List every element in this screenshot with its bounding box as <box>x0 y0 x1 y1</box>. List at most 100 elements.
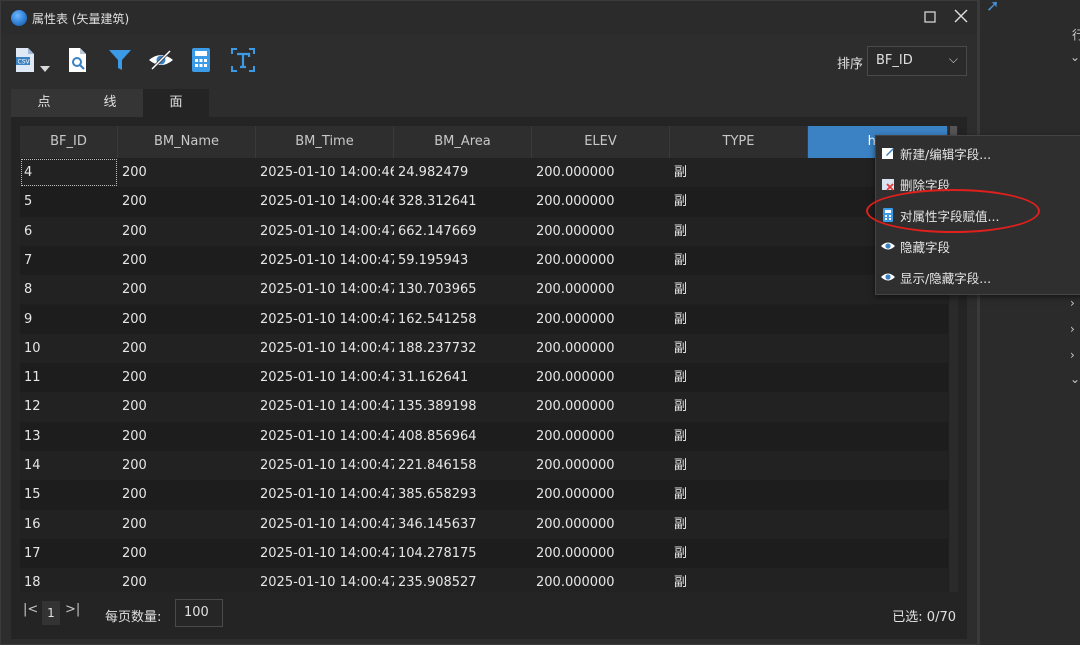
cell-bm-time[interactable]: 2025-01-10 14:00:47 <box>256 568 394 592</box>
cell-bm-area[interactable]: 130.703965 <box>394 275 532 304</box>
cell-bm-area[interactable]: 662.147669 <box>394 217 532 246</box>
cell-type[interactable]: 副 <box>670 422 808 451</box>
cell-bm-name[interactable]: 200 <box>118 187 256 216</box>
column-header-type[interactable]: TYPE <box>670 126 808 158</box>
cell-bf-id[interactable]: 18 <box>20 568 118 592</box>
cell-bm-area[interactable]: 59.195943 <box>394 246 532 275</box>
table-row[interactable]: 15 200 2025-01-10 14:00:47 385.658293 200.00… <box>20 480 948 510</box>
cell-hei[interactable] <box>808 392 948 421</box>
cell-bm-name[interactable]: 200 <box>118 422 256 451</box>
per-page-input[interactable]: 100 <box>175 599 223 627</box>
cell-bf-id[interactable]: 4 <box>20 158 118 187</box>
cell-bm-time[interactable]: 2025-01-10 14:00:47 <box>256 305 394 334</box>
cell-bm-name[interactable]: 200 <box>118 217 256 246</box>
column-header-bf-id[interactable]: BF_ID <box>20 126 118 158</box>
cell-bm-name[interactable]: 200 <box>118 568 256 592</box>
cell-bm-time[interactable]: 2025-01-10 14:00:47 <box>256 334 394 363</box>
cell-hei[interactable] <box>808 539 948 568</box>
text-field-button[interactable] <box>230 47 256 75</box>
export-button[interactable]: CSV <box>13 47 39 75</box>
export-dropdown-button[interactable] <box>40 57 52 72</box>
field-calculator-button[interactable] <box>191 47 213 75</box>
table-row[interactable]: 4 200 2025-01-10 14:00:46 24.982479 200.0000… <box>20 158 948 188</box>
cell-bf-id[interactable]: 5 <box>20 187 118 216</box>
cell-type[interactable]: 副 <box>670 246 808 275</box>
cell-bm-time[interactable]: 2025-01-10 14:00:47 <box>256 363 394 392</box>
visibility-button[interactable] <box>148 47 174 75</box>
cell-hei[interactable] <box>808 510 948 539</box>
menu-item-hide-field[interactable]: 隐藏字段 <box>876 231 1080 261</box>
column-header-bm-time[interactable]: BM_Time <box>256 126 394 158</box>
cell-type[interactable]: 副 <box>670 305 808 334</box>
table-row[interactable]: 11 200 2025-01-10 14:00:47 31.162641 200.000… <box>20 363 948 393</box>
cell-elev[interactable]: 200.000000 <box>532 451 670 480</box>
cell-bf-id[interactable]: 8 <box>20 275 118 304</box>
cell-bm-area[interactable]: 328.312641 <box>394 187 532 216</box>
table-row[interactable]: 18 200 2025-01-10 14:00:47 235.908527 200.00… <box>20 568 948 592</box>
cell-elev[interactable]: 200.000000 <box>532 158 670 187</box>
cell-bm-area[interactable]: 104.278175 <box>394 539 532 568</box>
cell-hei[interactable] <box>808 334 948 363</box>
cell-bf-id[interactable]: 10 <box>20 334 118 363</box>
title-bar[interactable]: 属性表 (矢量建筑) <box>1 1 977 35</box>
cell-bm-time[interactable]: 2025-01-10 14:00:47 <box>256 275 394 304</box>
cell-bf-id[interactable]: 7 <box>20 246 118 275</box>
cell-type[interactable]: 副 <box>670 363 808 392</box>
cell-bm-name[interactable]: 200 <box>118 392 256 421</box>
cell-hei[interactable] <box>808 480 948 509</box>
column-header-bm-name[interactable]: BM_Name <box>118 126 256 158</box>
cell-type[interactable]: 副 <box>670 158 808 187</box>
cell-type[interactable]: 副 <box>670 568 808 592</box>
chevron-down-icon[interactable]: ⌄ <box>1070 50 1080 64</box>
tab-point[interactable]: 点 <box>11 89 77 117</box>
cell-bf-id[interactable]: 17 <box>20 539 118 568</box>
cell-bm-area[interactable]: 408.856964 <box>394 422 532 451</box>
tab-polygon[interactable]: 面 <box>143 89 209 117</box>
table-row[interactable]: 10 200 2025-01-10 14:00:47 188.237732 200.00… <box>20 333 948 364</box>
cell-bf-id[interactable]: 13 <box>20 422 118 451</box>
cell-type[interactable]: 副 <box>670 480 808 509</box>
cell-elev[interactable]: 200.000000 <box>532 187 670 216</box>
chevron-right-icon[interactable]: › <box>1070 322 1075 336</box>
cell-bm-name[interactable]: 200 <box>118 480 256 509</box>
cell-hei[interactable] <box>808 422 948 451</box>
cell-bm-area[interactable]: 188.237732 <box>394 334 532 363</box>
menu-item-show-hide-fields[interactable]: 显示/隐藏字段... <box>876 262 1080 292</box>
cell-bm-area[interactable]: 31.162641 <box>394 363 532 392</box>
cell-elev[interactable]: 200.000000 <box>532 246 670 275</box>
menu-item-delete-field[interactable]: 删除字段 <box>876 169 1080 199</box>
menu-item-new-edit-field[interactable]: 新建/编辑字段... <box>876 138 1080 168</box>
column-header-elev[interactable]: ELEV <box>532 126 670 158</box>
cell-bm-time[interactable]: 2025-01-10 14:00:47 <box>256 451 394 480</box>
cell-bm-name[interactable]: 200 <box>118 539 256 568</box>
cell-bm-area[interactable]: 135.389198 <box>394 392 532 421</box>
table-row[interactable]: 7 200 2025-01-10 14:00:47 59.195943 200.0000… <box>20 245 948 276</box>
cell-bm-time[interactable]: 2025-01-10 14:00:47 <box>256 539 394 568</box>
cell-type[interactable]: 副 <box>670 451 808 480</box>
cell-bm-name[interactable]: 200 <box>118 451 256 480</box>
cell-elev[interactable]: 200.000000 <box>532 539 670 568</box>
cell-bf-id[interactable]: 14 <box>20 451 118 480</box>
cell-bm-time[interactable]: 2025-01-10 14:00:47 <box>256 246 394 275</box>
cell-hei[interactable] <box>808 305 948 334</box>
cell-elev[interactable]: 200.000000 <box>532 392 670 421</box>
cell-elev[interactable]: 200.000000 <box>532 422 670 451</box>
cell-type[interactable]: 副 <box>670 392 808 421</box>
cell-bm-time[interactable]: 2025-01-10 14:00:46 <box>256 187 394 216</box>
table-row[interactable]: 12 200 2025-01-10 14:00:47 135.389198 200.00… <box>20 392 948 422</box>
current-page[interactable]: 1 <box>42 601 60 625</box>
cell-type[interactable]: 副 <box>670 187 808 216</box>
cell-bm-name[interactable]: 200 <box>118 246 256 275</box>
cell-bf-id[interactable]: 16 <box>20 510 118 539</box>
chevron-right-icon[interactable]: › <box>1070 296 1075 310</box>
cell-elev[interactable]: 200.000000 <box>532 334 670 363</box>
cell-type[interactable]: 副 <box>670 539 808 568</box>
close-button[interactable] <box>950 7 972 29</box>
cell-bm-area[interactable]: 385.658293 <box>394 480 532 509</box>
cell-bm-name[interactable]: 200 <box>118 510 256 539</box>
cell-elev[interactable]: 200.000000 <box>532 568 670 592</box>
cell-bm-name[interactable]: 200 <box>118 363 256 392</box>
cell-bm-area[interactable]: 235.908527 <box>394 568 532 592</box>
cell-elev[interactable]: 200.000000 <box>532 363 670 392</box>
cell-elev[interactable]: 200.000000 <box>532 275 670 304</box>
